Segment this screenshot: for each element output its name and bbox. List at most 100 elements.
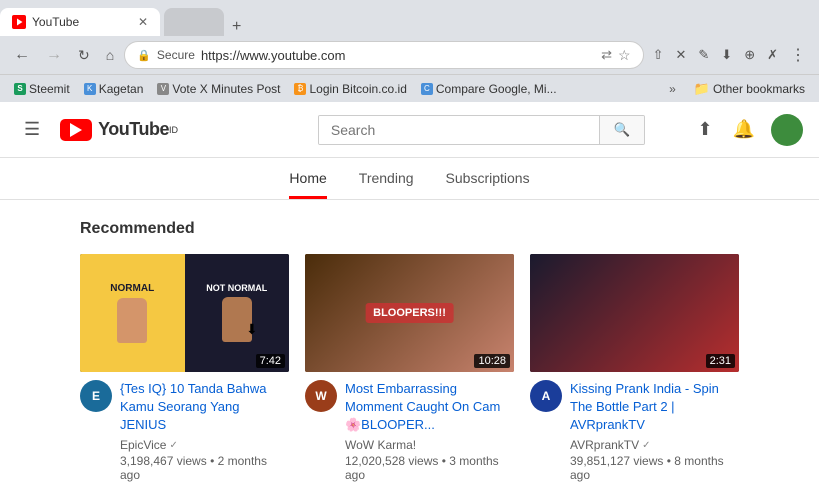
video-duration-2: 10:28 [474,354,510,368]
video-stats-1: 3,198,467 views • 2 months ago [120,454,289,482]
secure-label: Secure [157,48,195,62]
video-card-1[interactable]: NORMAL NOT NORMAL ⬇ 7:42 E [80,254,289,482]
yt-search-form: 🔍 [318,115,646,145]
thumb1-notnormal-label: NOT NORMAL [206,283,267,293]
thumb1-finger-right: ⬇ [222,297,252,342]
bookmark-vote[interactable]: V Vote X Minutes Post [151,80,286,98]
video-stats-3: 39,851,127 views • 8 months ago [570,454,739,482]
yt-logo-id: ID [169,125,178,135]
yt-search-input[interactable] [319,116,599,144]
video-card-2[interactable]: BLOOPERS!!! 10:28 W Most Embarrassing Mo… [305,254,514,482]
home-btn[interactable]: ⌂ [100,43,120,67]
download-icon[interactable]: ⬇ [716,44,737,66]
translate-icon[interactable]: ⇄ [601,47,612,63]
back-btn[interactable]: ← [8,42,36,68]
tab-close-btn[interactable]: ✕ [138,15,148,29]
menu-btn[interactable]: ⋮ [785,42,811,68]
yt-content: Recommended NORMAL NOT NORMAL ⬇ [0,200,819,502]
bookmark-star-icon[interactable]: ☆ [618,47,631,64]
video-grid: NORMAL NOT NORMAL ⬇ 7:42 E [80,254,739,482]
url-input[interactable] [201,48,595,63]
recommended-section-title: Recommended [80,220,739,238]
bookmark-vote-label: Vote X Minutes Post [172,82,280,96]
verified-icon-1: ✓ [169,440,177,451]
tab-bar: YouTube ✕ + [0,0,819,36]
extensions-btn[interactable]: ⇧ [648,44,669,66]
video-meta-1: {Tes IQ} 10 Tanda Bahwa Kamu Seorang Yan… [120,380,289,483]
thumb1-finger-left [117,298,147,343]
reload-btn[interactable]: ↻ [72,43,96,68]
active-tab[interactable]: YouTube ✕ [0,8,160,36]
yt-logo-icon [60,119,92,141]
video-title-1: {Tes IQ} 10 Tanda Bahwa Kamu Seorang Yan… [120,380,289,435]
secure-lock-icon: 🔒 [137,49,151,62]
bookmark-compare-label: Compare Google, Mi... [436,82,557,96]
video-duration-3: 2:31 [706,354,735,368]
youtube-page: ☰ YouTube ID 🔍 ⬆ 🔔 Home Trending [0,102,819,502]
video-meta-3: Kissing Prank India - Spin The Bottle Pa… [570,380,739,483]
video-thumb-3: 2:31 [530,254,739,372]
video-stats-2: 12,020,528 views • 3 months ago [345,454,514,482]
inactive-tab-area [164,8,224,36]
yt-user-avatar[interactable] [771,114,803,146]
yt-search-btn[interactable]: 🔍 [599,116,645,144]
new-tab-btn[interactable]: + [224,18,249,36]
toolbar-actions: ⇧ ✕ ✎ ⬇ ⊕ ✗ ⋮ [648,42,811,68]
channel-avatar-2: W [305,380,337,412]
video-channel-2: WoW Karma! [345,438,514,452]
bookmark-compare[interactable]: C Compare Google, Mi... [415,80,563,98]
yt-notifications-btn[interactable]: 🔔 [729,115,759,144]
channel-avatar-3: A [530,380,562,412]
vote-favicon: V [157,83,169,95]
bitcoin-favicon: ₿ [294,83,306,95]
bookmark-steemit[interactable]: S Steemit [8,80,76,98]
other-bookmarks[interactable]: 📁 Other bookmarks [688,79,811,99]
bookmark-bitcoin-label: Login Bitcoin.co.id [309,82,406,96]
bookmark-bitcoin[interactable]: ₿ Login Bitcoin.co.id [288,80,412,98]
yt-play-triangle [70,123,82,137]
yt-logo-text: YouTube [98,119,169,140]
address-bar: 🔒 Secure ⇄ ☆ [124,41,643,69]
yt-logo[interactable]: YouTube ID [60,119,178,141]
yt-upload-btn[interactable]: ⬆ [693,115,716,144]
compare-favicon: C [421,83,433,95]
yt-hamburger-btn[interactable]: ☰ [16,111,48,148]
bookmark-kagetan[interactable]: K Kagetan [78,80,150,98]
yt-nav-trending[interactable]: Trending [359,158,414,199]
video-channel-3: AVRprankTV ✓ [570,438,739,452]
browser-toolbar: ← → ↻ ⌂ 🔒 Secure ⇄ ☆ ⇧ ✕ ✎ ⬇ ⊕ ✗ ⋮ [0,36,819,74]
other-bookmarks-label: Other bookmarks [713,82,805,96]
yt-search-box: 🔍 [318,115,646,145]
yt-header: ☰ YouTube ID 🔍 ⬆ 🔔 [0,102,819,158]
youtube-favicon [12,15,26,29]
video-title-2: Most Embarrassing Momment Caught On Cam … [345,380,514,435]
bookmarks-overflow-btn[interactable]: » [663,80,682,98]
video-thumb-1: NORMAL NOT NORMAL ⬇ 7:42 [80,254,289,372]
video-duration-1: 7:42 [256,354,285,368]
video-info-2: W Most Embarrassing Momment Caught On Ca… [305,380,514,483]
bloopers-label: BLOOPERS!!! [365,303,454,323]
video-meta-2: Most Embarrassing Momment Caught On Cam … [345,380,514,483]
edit-icon[interactable]: ✎ [693,44,714,66]
forward-btn[interactable]: → [40,42,68,68]
cast-icon[interactable]: ✕ [670,44,691,66]
bookmark-kagetan-label: Kagetan [99,82,144,96]
video-info-3: A Kissing Prank India - Spin The Bottle … [530,380,739,483]
kagetan-favicon: K [84,83,96,95]
yt-nav-subscriptions[interactable]: Subscriptions [446,158,530,199]
video-card-3[interactable]: 2:31 A Kissing Prank India - Spin The Bo… [530,254,739,482]
folder-icon: 📁 [694,81,710,97]
bookmarks-bar: S Steemit K Kagetan V Vote X Minutes Pos… [0,74,819,102]
channel-avatar-1: E [80,380,112,412]
video-title-3: Kissing Prank India - Spin The Bottle Pa… [570,380,739,435]
tab-title: YouTube [32,15,79,29]
browser-ext2[interactable]: ✗ [762,44,783,66]
steemit-favicon: S [14,83,26,95]
bookmark-steemit-label: Steemit [29,82,70,96]
browser-ext1[interactable]: ⊕ [739,44,760,66]
yt-nav-home[interactable]: Home [289,158,326,199]
video-channel-1: EpicVice ✓ [120,438,289,452]
yt-nav: Home Trending Subscriptions [0,158,819,200]
verified-icon-3: ✓ [642,440,650,451]
yt-header-right: ⬆ 🔔 [693,114,803,146]
